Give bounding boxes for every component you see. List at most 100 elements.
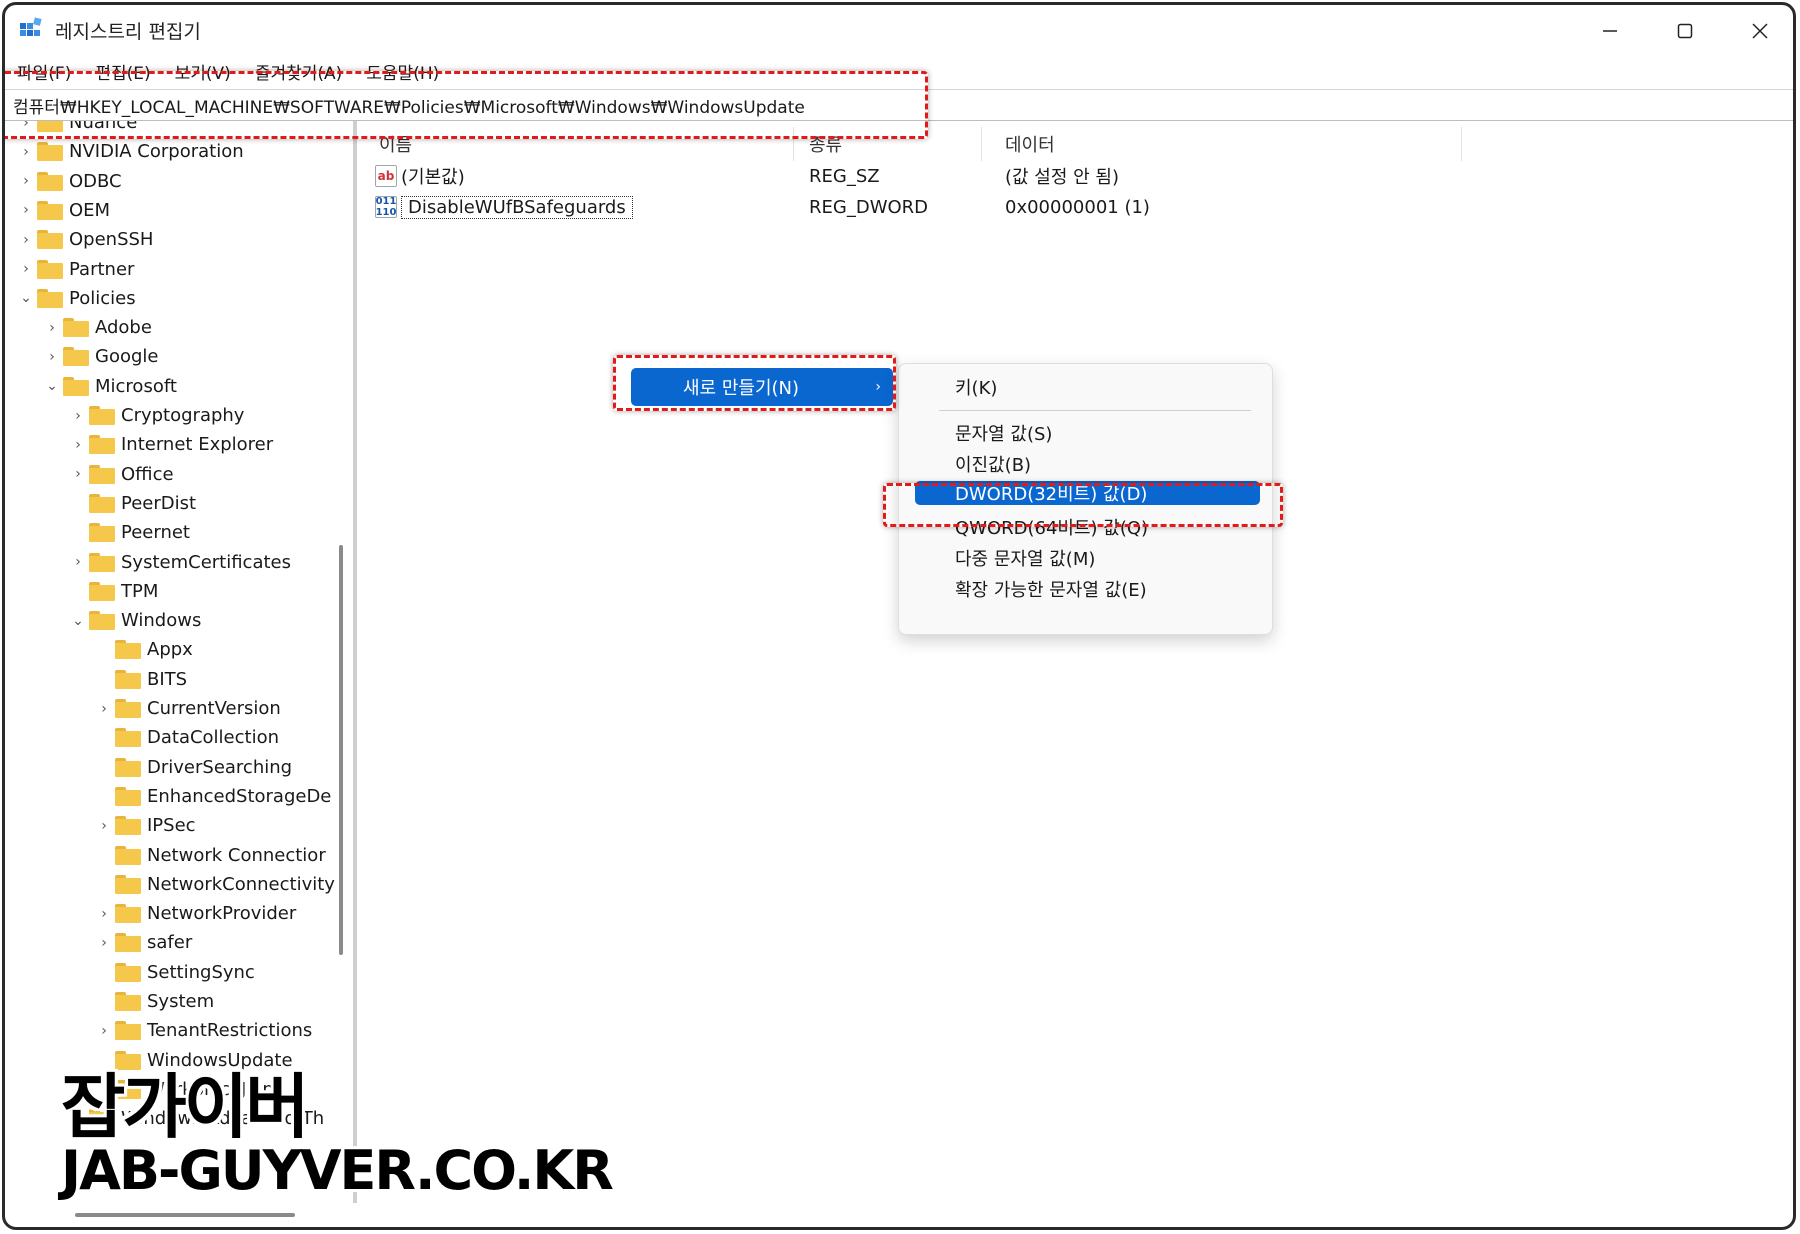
chevron-right-icon: › [875, 379, 881, 395]
maximize-icon [1677, 23, 1693, 39]
chevron-right-icon[interactable]: › [97, 935, 111, 951]
menu-bar: 파일(F) 편집(E) 보기(V) 즐겨찾기(A) 도움말(H) [5, 55, 1793, 87]
value-row[interactable]: ab (기본값) [375, 161, 465, 191]
column-header-name[interactable]: 이름 [379, 131, 412, 157]
submenu-expandable-string-value[interactable]: 확장 가능한 문자열 값(E) [915, 574, 1260, 604]
chevron-right-icon[interactable]: › [19, 121, 33, 131]
tree-item-label: DataCollection [147, 727, 280, 749]
menu-view[interactable]: 보기(V) [175, 59, 231, 84]
folder-icon [89, 435, 115, 455]
chevron-right-icon[interactable]: › [45, 320, 59, 336]
value-name: (기본값) [401, 167, 465, 188]
menu-help[interactable]: 도움말(H) [366, 59, 439, 84]
tree-item[interactable]: › IPSec [97, 811, 195, 840]
values-list-pane[interactable]: 이름 종류 데이터 ab (기본값) REG_SZ (값 설정 안 됨) 011… [361, 121, 1793, 1221]
tree-item-label: Network Connectior [147, 844, 326, 866]
tree-item[interactable]: ⌄ Policies [19, 284, 136, 313]
tree-item[interactable]: › NetworkProvider [97, 899, 296, 928]
submenu-binary-label: 이진값(B) [955, 455, 1032, 476]
tree-item[interactable]: › Cryptography [71, 401, 244, 430]
tree-item[interactable]: NetworkConnectivity [97, 870, 335, 899]
tree-item[interactable]: TPM [71, 577, 158, 606]
tree-item[interactable]: › OEM [19, 196, 110, 225]
tree-item[interactable]: ⌄ Windows [71, 606, 201, 635]
folder-icon [37, 142, 63, 162]
context-menu-new[interactable]: 새로 만들기(N) › [631, 368, 893, 406]
chevron-right-icon[interactable]: › [19, 202, 33, 218]
close-button[interactable] [1730, 13, 1790, 49]
chevron-right-icon[interactable]: › [45, 349, 59, 365]
tree-item[interactable]: Network Connectior [97, 841, 326, 870]
chevron-down-icon[interactable]: ⌄ [45, 378, 59, 394]
tree-item[interactable]: SettingSync [97, 958, 255, 987]
minimize-icon [1603, 30, 1617, 32]
key-tree-pane[interactable]: › Nuance › NVIDIA Corporation › ODBC › OEM › Open… [5, 121, 357, 1203]
address-bar[interactable]: 컴퓨터₩HKEY_LOCAL_MACHINE₩SOFTWARE₩Policies… [5, 89, 1793, 121]
tree-vertical-scrollbar[interactable] [339, 545, 343, 955]
tree-item[interactable]: Appx [97, 635, 193, 664]
submenu-binary-value[interactable]: 이진값(B) [915, 449, 1260, 479]
chevron-right-icon[interactable]: › [97, 906, 111, 922]
tree-item[interactable]: System [97, 987, 214, 1016]
tree-item[interactable]: › Google [45, 342, 158, 371]
chevron-right-icon[interactable]: › [71, 437, 85, 453]
tree-item[interactable]: PeerDist [71, 489, 196, 518]
column-divider[interactable] [1461, 127, 1462, 161]
folder-icon [115, 699, 141, 718]
folder-icon [115, 1021, 141, 1041]
tree-item-label: Policies [69, 287, 136, 309]
tree-item[interactable]: BITS [97, 665, 187, 694]
chevron-right-icon[interactable]: › [97, 818, 111, 834]
submenu-qword-value[interactable]: QWORD(64비트) 값(Q) [915, 512, 1260, 542]
tree-item[interactable]: › Office [71, 460, 173, 489]
tree-item[interactable]: ⌄ Microsoft [45, 372, 177, 401]
chevron-right-icon[interactable]: › [97, 701, 111, 717]
tree-item[interactable]: › Adobe [45, 313, 152, 342]
submenu-string-value[interactable]: 문자열 값(S) [915, 418, 1260, 448]
tree-item[interactable]: › TenantRestrictions [97, 1016, 312, 1045]
tree-item-label: Appx [147, 639, 193, 661]
submenu-multi-string-value[interactable]: 다중 문자열 값(M) [915, 543, 1260, 573]
chevron-right-icon[interactable]: › [71, 554, 85, 570]
tree-item[interactable]: › OpenSSH [19, 225, 153, 254]
tree-item[interactable]: › Partner [19, 255, 134, 284]
tree-item[interactable]: DriverSearching [97, 753, 292, 782]
tree-item[interactable]: › safer [97, 928, 192, 957]
tree-item-label: EnhancedStorageDe [147, 785, 332, 807]
tree-item[interactable]: EnhancedStorageDe [97, 782, 331, 811]
folder-icon [37, 200, 63, 220]
tree-item[interactable]: › Internet Explorer [71, 430, 273, 459]
menu-file[interactable]: 파일(F) [17, 59, 71, 84]
menu-favorites[interactable]: 즐겨찾기(A) [255, 59, 342, 84]
column-header-data[interactable]: 데이터 [1005, 131, 1055, 157]
minimize-button[interactable] [1580, 13, 1640, 49]
maximize-button[interactable] [1655, 13, 1715, 49]
tree-item[interactable]: DataCollection [97, 723, 279, 752]
chevron-right-icon[interactable]: › [19, 144, 33, 160]
chevron-right-icon[interactable]: › [19, 173, 33, 189]
tree-item[interactable]: › ODBC [19, 167, 121, 196]
submenu-dword-value[interactable]: DWORD(32비트) 값(D) [915, 481, 1260, 505]
tree-item[interactable]: › SystemCertificates [71, 548, 291, 577]
column-divider[interactable] [981, 127, 982, 161]
column-divider[interactable] [793, 127, 794, 161]
chevron-right-icon[interactable]: › [97, 1023, 111, 1039]
chevron-down-icon[interactable]: ⌄ [71, 613, 85, 629]
menu-edit[interactable]: 편집(E) [95, 59, 150, 84]
tree-item[interactable]: Peernet [71, 518, 190, 547]
tree-item[interactable]: › Nuance [19, 121, 137, 137]
chevron-down-icon[interactable]: ⌄ [19, 290, 33, 306]
menu-new-label: 새로 만들기(N) [683, 378, 800, 399]
tree-item[interactable]: › NVIDIA Corporation [19, 137, 243, 166]
value-row[interactable]: 011 110 DisableWUfBSafeguards [375, 192, 633, 222]
tree-item[interactable]: › CurrentVersion [97, 694, 281, 723]
tree-item-label: Nuance [69, 121, 138, 133]
registry-editor-window: 레지스트리 편집기 파일(F) 편집(E) 보기(V) 즐겨찾기(A) 도움말(… [2, 2, 1796, 1230]
chevron-right-icon[interactable]: › [19, 261, 33, 277]
column-header-type[interactable]: 종류 [809, 131, 842, 157]
submenu-key[interactable]: 키(K) [915, 372, 1260, 402]
tree-horizontal-scrollbar[interactable] [75, 1213, 295, 1217]
chevron-right-icon[interactable]: › [71, 408, 85, 424]
chevron-right-icon[interactable]: › [71, 466, 85, 482]
chevron-right-icon[interactable]: › [19, 232, 33, 248]
